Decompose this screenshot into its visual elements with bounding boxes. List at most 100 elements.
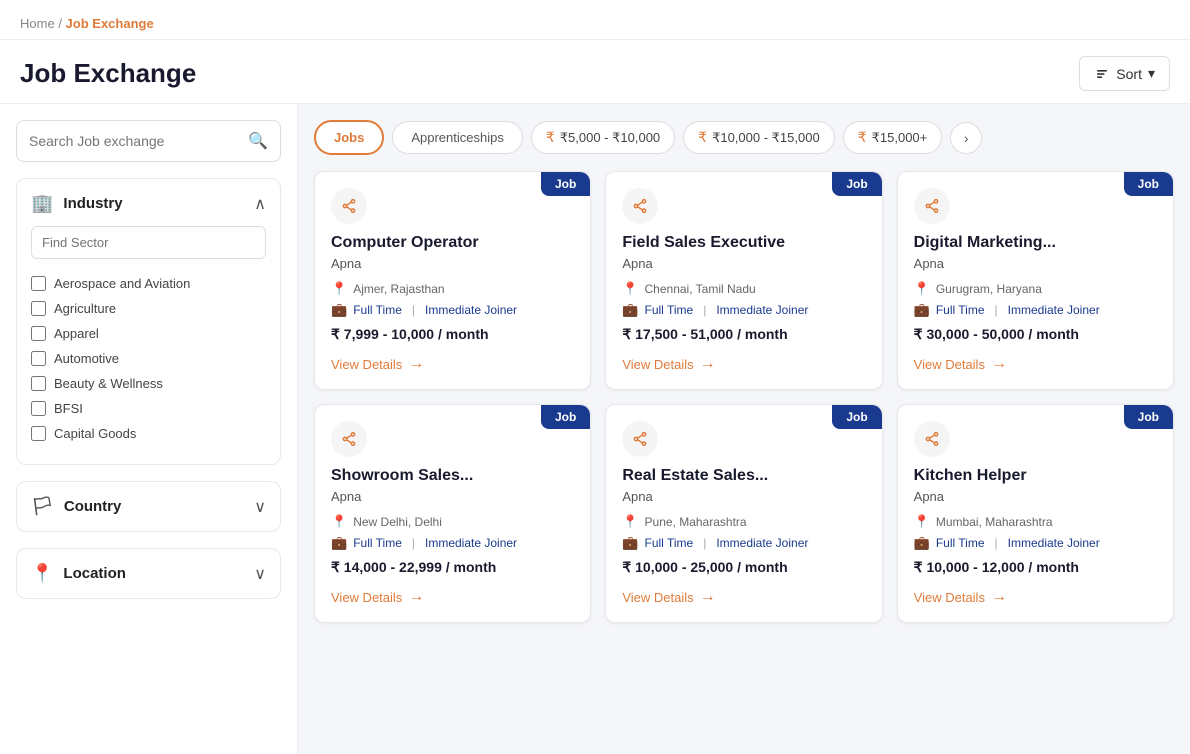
job-title: Digital Marketing... [914, 234, 1157, 252]
country-filter: 🏳 Country ∨ [16, 481, 281, 532]
job-company: Apna [331, 489, 574, 504]
country-filter-header[interactable]: 🏳 Country ∨ [31, 496, 266, 517]
sector-checkbox[interactable] [31, 401, 46, 416]
view-details-button[interactable]: View Details → [331, 588, 424, 606]
salary-filter-tag[interactable]: ₹₹5,000 - ₹10,000 [531, 121, 675, 154]
breadcrumb-home[interactable]: Home [20, 16, 55, 31]
main-content: JobsApprenticeships₹₹5,000 - ₹10,000₹₹10… [298, 104, 1190, 754]
job-type: Full Time [936, 303, 985, 317]
job-badge: Job [832, 172, 881, 196]
job-badge: Job [1124, 172, 1173, 196]
sort-button[interactable]: Sort ▾ [1079, 56, 1170, 91]
share-button[interactable] [331, 421, 367, 457]
view-details-button[interactable]: View Details → [622, 588, 715, 606]
sector-list-item[interactable]: Automotive [31, 346, 266, 371]
sector-list: Aerospace and Aviation Agriculture Apparel… [31, 267, 266, 450]
tab-jobs[interactable]: Jobs [314, 120, 384, 155]
sector-checkbox[interactable] [31, 326, 46, 341]
sector-label: Apparel [54, 326, 99, 341]
sector-list-item[interactable]: BFSI [31, 396, 266, 421]
job-location-meta: 📍 Chennai, Tamil Nadu [622, 281, 865, 297]
share-button[interactable] [331, 188, 367, 224]
page-header: Job Exchange Sort ▾ [0, 40, 1190, 104]
job-location: New Delhi, Delhi [353, 515, 442, 529]
salary-filter-tag[interactable]: ₹₹10,000 - ₹15,000 [683, 121, 835, 154]
search-box: 🔍 [16, 120, 281, 162]
view-details-label: View Details [914, 357, 985, 372]
sector-list-item[interactable]: Apparel [31, 321, 266, 346]
location-pin-icon: 📍 [331, 514, 347, 530]
sector-list-item[interactable]: Agriculture [31, 296, 266, 321]
pipe-separator: | [412, 536, 415, 550]
share-icon [924, 431, 940, 447]
job-company: Apna [622, 256, 865, 271]
salary-range-label: ₹15,000+ [872, 130, 928, 146]
job-type-meta: 💼 Full Time | Immediate Joiner [331, 535, 574, 551]
tab-apprenticeships[interactable]: Apprenticeships [392, 121, 523, 154]
share-button[interactable] [914, 188, 950, 224]
job-type-meta: 💼 Full Time | Immediate Joiner [914, 535, 1157, 551]
salary-filter-tag[interactable]: ₹ ₹15,000+ [843, 121, 943, 154]
location-chevron-icon: ∨ [254, 564, 266, 584]
sector-label: Agriculture [54, 301, 116, 316]
arrow-right-icon: → [700, 355, 716, 373]
view-details-button[interactable]: View Details → [622, 355, 715, 373]
location-pin-icon: 📍 [622, 514, 638, 530]
sidebar: 🔍 🏢 Industry ∧ Aerospace and Aviation Agr… [0, 104, 298, 754]
sector-list-item[interactable]: Beauty & Wellness [31, 371, 266, 396]
sector-list-item[interactable]: Capital Goods [31, 421, 266, 446]
job-company: Apna [914, 489, 1157, 504]
view-details-button[interactable]: View Details → [331, 355, 424, 373]
sort-icon [1094, 66, 1110, 82]
share-icon [341, 431, 357, 447]
sector-checkbox[interactable] [31, 426, 46, 441]
tabs-next-arrow[interactable]: › [950, 122, 982, 154]
job-salary: ₹ 10,000 - 12,000 / month [914, 559, 1157, 576]
job-company: Apna [622, 489, 865, 504]
industry-filter-header[interactable]: 🏢 Industry ∧ [31, 193, 266, 214]
view-details-button[interactable]: View Details → [914, 588, 1007, 606]
sector-list-item[interactable]: Aerospace and Aviation [31, 271, 266, 296]
sector-checkbox[interactable] [31, 276, 46, 291]
share-button[interactable] [914, 421, 950, 457]
share-button[interactable] [622, 421, 658, 457]
briefcase-icon: 💼 [622, 302, 638, 318]
job-location-meta: 📍 Pune, Maharashtra [622, 514, 865, 530]
industry-filter: 🏢 Industry ∧ Aerospace and Aviation Agric… [16, 178, 281, 465]
sector-checkbox[interactable] [31, 376, 46, 391]
share-icon [924, 198, 940, 214]
arrow-right-icon: → [991, 355, 1007, 373]
job-joiner: Immediate Joiner [716, 303, 808, 317]
country-label: Country [64, 498, 122, 515]
briefcase-icon: 💼 [914, 535, 930, 551]
sector-search-input[interactable] [31, 226, 266, 259]
country-flag-icon: 🏳 [31, 496, 54, 517]
job-card: Job Kitchen Helper Apna 📍 Mumbai, Mahara… [897, 404, 1174, 623]
sector-checkbox[interactable] [31, 301, 46, 316]
breadcrumb: Home / Job Exchange [0, 0, 1190, 40]
rupee-symbol-icon: ₹ [546, 129, 555, 146]
job-title: Kitchen Helper [914, 467, 1157, 485]
job-card: Job Showroom Sales... Apna 📍 New Delhi, … [314, 404, 591, 623]
job-badge: Job [1124, 405, 1173, 429]
sector-checkbox[interactable] [31, 351, 46, 366]
job-joiner: Immediate Joiner [1008, 303, 1100, 317]
job-salary: ₹ 7,999 - 10,000 / month [331, 326, 574, 343]
sector-label: Aerospace and Aviation [54, 276, 190, 291]
job-type-meta: 💼 Full Time | Immediate Joiner [331, 302, 574, 318]
rupee-symbol-icon: ₹ [858, 129, 867, 146]
job-type: Full Time [645, 303, 694, 317]
job-salary: ₹ 17,500 - 51,000 / month [622, 326, 865, 343]
search-input[interactable] [29, 133, 248, 149]
share-icon [632, 198, 648, 214]
job-badge: Job [541, 405, 590, 429]
job-title: Computer Operator [331, 234, 574, 252]
search-icon: 🔍 [248, 131, 268, 151]
share-button[interactable] [622, 188, 658, 224]
job-type: Full Time [353, 536, 402, 550]
location-filter-header[interactable]: 📍 Location ∨ [31, 563, 266, 584]
arrow-right-icon: → [408, 355, 424, 373]
pipe-separator: | [995, 303, 998, 317]
view-details-button[interactable]: View Details → [914, 355, 1007, 373]
location-pin-icon: 📍 [914, 514, 930, 530]
